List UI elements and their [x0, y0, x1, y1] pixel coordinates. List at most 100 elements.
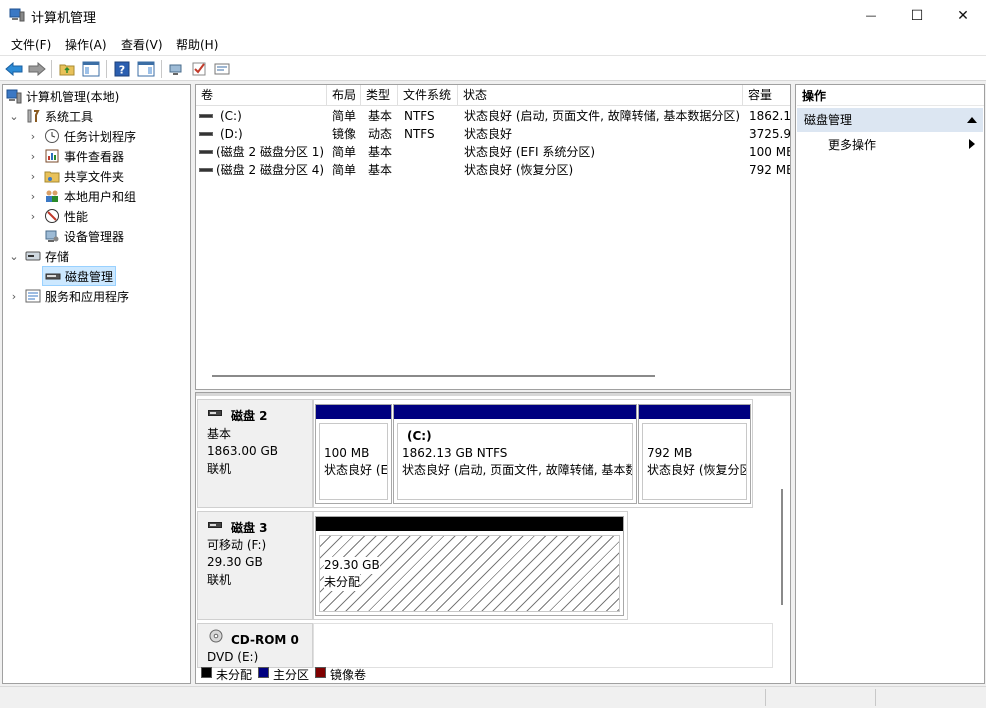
- volume-capacity: 100 MB: [749, 145, 791, 159]
- disk-state: 联机: [207, 573, 232, 587]
- volume-name: (C:): [220, 109, 242, 123]
- tree-item-task-scheduler[interactable]: 任务计划程序: [44, 126, 136, 146]
- toolbar-separator: [161, 60, 162, 78]
- connect-button[interactable]: [166, 59, 186, 79]
- maximize-button[interactable]: ☐: [894, 0, 940, 31]
- checkmark-button[interactable]: [189, 59, 209, 79]
- computer-management-icon: [9, 8, 25, 22]
- menu-view[interactable]: 查看(V): [121, 36, 163, 53]
- menu-bar: 文件(F) 操作(A) 查看(V) 帮助(H): [0, 31, 986, 55]
- chevron-right-icon[interactable]: ›: [27, 166, 39, 186]
- volume-capacity: 3725.90: [749, 127, 791, 141]
- chevron-down-icon[interactable]: ⌄: [8, 246, 20, 266]
- chevron-right-icon[interactable]: ›: [27, 186, 39, 206]
- splitter[interactable]: [196, 393, 790, 396]
- minimize-icon: —: [865, 9, 877, 22]
- partition-unallocated[interactable]: 29.30 GB 未分配: [315, 516, 624, 616]
- column-header-layout[interactable]: 布局: [327, 85, 361, 106]
- menu-file[interactable]: 文件(F): [11, 36, 51, 53]
- volume-status: 状态良好: [464, 127, 513, 141]
- action-more-actions[interactable]: 更多操作: [797, 134, 983, 154]
- table-row[interactable]: (D:) 镜像 动态 NTFS 状态良好 3725.90: [196, 125, 791, 143]
- volume-icon: [199, 150, 213, 154]
- column-header-filesystem[interactable]: 文件系统: [398, 85, 458, 106]
- tree-root-label: 计算机管理(本地): [26, 89, 120, 104]
- status-bar: [0, 686, 986, 708]
- horizontal-scrollbar[interactable]: [212, 375, 655, 377]
- disk-type: 可移动 (F:): [207, 538, 267, 552]
- properties-button[interactable]: [212, 59, 232, 79]
- back-button[interactable]: [4, 59, 24, 79]
- disk-2-partition-strip: 100 MB 状态良好 (E (C:) 1862.13 GB NTFS 状态良好…: [313, 399, 753, 508]
- partition-recovery[interactable]: 792 MB 状态良好 (恢复分区: [638, 404, 751, 504]
- tree-item-shared-folders[interactable]: 共享文件夹: [44, 166, 124, 186]
- partition-body: (C:) 1862.13 GB NTFS 状态良好 (启动, 页面文件, 故障转…: [397, 423, 633, 500]
- partition-efi[interactable]: 100 MB 状态良好 (E: [315, 404, 392, 504]
- volume-layout: 简单: [332, 145, 357, 159]
- status-divider: [765, 689, 766, 706]
- tree-item-disk-management[interactable]: 磁盘管理: [42, 266, 117, 286]
- column-header-capacity[interactable]: 容量: [743, 85, 790, 106]
- column-header-status[interactable]: 状态: [458, 85, 743, 106]
- tree-item-performance[interactable]: 性能: [44, 206, 88, 226]
- tree-item-device-manager[interactable]: 设备管理器: [44, 226, 124, 246]
- tree-root[interactable]: 计算机管理(本地): [6, 86, 119, 106]
- table-row[interactable]: (磁盘 2 磁盘分区 1) 简单 基本 状态良好 (EFI 系统分区) 100 …: [196, 143, 791, 161]
- partition-body: 100 MB 状态良好 (E: [319, 423, 388, 500]
- cd-icon: [209, 629, 223, 643]
- menu-action[interactable]: 操作(A): [65, 36, 107, 53]
- partition-size: 1862.13 GB NTFS: [402, 446, 508, 460]
- close-button[interactable]: ✕: [940, 0, 986, 31]
- disk-2-label-panel[interactable]: 磁盘 2 基本 1863.00 GB 联机: [197, 399, 313, 508]
- action-section-disk-management[interactable]: 磁盘管理: [797, 108, 983, 132]
- help-button[interactable]: ?: [112, 59, 132, 79]
- volume-capacity: 1862.13: [749, 109, 791, 123]
- partition-size: 792 MB: [647, 446, 693, 460]
- forward-button[interactable]: [27, 59, 47, 79]
- tree-item-storage[interactable]: 存储: [25, 246, 69, 266]
- disk-state: 联机: [207, 462, 232, 476]
- volume-icon: [199, 114, 213, 118]
- chevron-right-icon[interactable]: ›: [27, 206, 39, 226]
- partition-size: 29.30 GB: [324, 557, 380, 574]
- action-section-label: 磁盘管理: [804, 113, 853, 127]
- volume-status: 状态良好 (EFI 系统分区): [464, 145, 596, 159]
- legend-label-unallocated: 未分配: [216, 668, 253, 682]
- chevron-right-icon[interactable]: ›: [27, 146, 39, 166]
- chevron-right-icon[interactable]: ›: [8, 286, 20, 306]
- tree-item-system-tools[interactable]: 系统工具: [25, 106, 93, 126]
- tree-item-local-users[interactable]: 本地用户和组: [44, 186, 136, 206]
- collapse-up-icon[interactable]: [967, 117, 977, 123]
- partition-status: 未分配: [324, 574, 361, 591]
- partition-c[interactable]: (C:) 1862.13 GB NTFS 状态良好 (启动, 页面文件, 故障转…: [393, 404, 637, 504]
- show-hide-action-pane-button[interactable]: [136, 59, 156, 79]
- partition-bar: [316, 405, 391, 419]
- table-row[interactable]: (C:) 简单 基本 NTFS 状态良好 (启动, 页面文件, 故障转储, 基本…: [196, 107, 791, 125]
- disk-icon: [208, 410, 222, 416]
- partition-bar: [394, 405, 636, 419]
- up-folder-button[interactable]: [57, 59, 77, 79]
- volume-name: (D:): [220, 127, 243, 141]
- tools-icon: [25, 108, 41, 124]
- disk-type: 基本: [207, 427, 232, 441]
- close-icon: ✕: [957, 7, 969, 24]
- volume-filesystem: NTFS: [404, 109, 435, 123]
- column-header-type[interactable]: 类型: [361, 85, 398, 106]
- table-row[interactable]: (磁盘 2 磁盘分区 4) 简单 基本 状态良好 (恢复分区) 792 MB: [196, 161, 790, 179]
- column-header-volume[interactable]: 卷: [196, 85, 327, 106]
- computer-management-icon: [6, 88, 22, 104]
- clock-icon: [44, 128, 60, 144]
- tree-item-event-viewer[interactable]: 事件查看器: [44, 146, 124, 166]
- users-icon: [44, 188, 60, 204]
- tree-item-services[interactable]: 服务和应用程序: [25, 286, 129, 306]
- disk-3-label-panel[interactable]: 磁盘 3 可移动 (F:) 29.30 GB 联机: [197, 511, 313, 620]
- tree-item-label: 磁盘管理: [65, 269, 114, 284]
- chevron-right-icon[interactable]: ›: [27, 126, 39, 146]
- chevron-down-icon[interactable]: ⌄: [8, 106, 20, 126]
- show-hide-tree-button[interactable]: [81, 59, 101, 79]
- tree-item-label: 事件查看器: [64, 149, 125, 164]
- cdrom-label-panel[interactable]: CD-ROM 0 DVD (E:): [197, 623, 313, 668]
- vertical-scrollbar[interactable]: [781, 489, 783, 605]
- menu-help[interactable]: 帮助(H): [176, 36, 218, 53]
- minimize-button[interactable]: —: [848, 0, 894, 31]
